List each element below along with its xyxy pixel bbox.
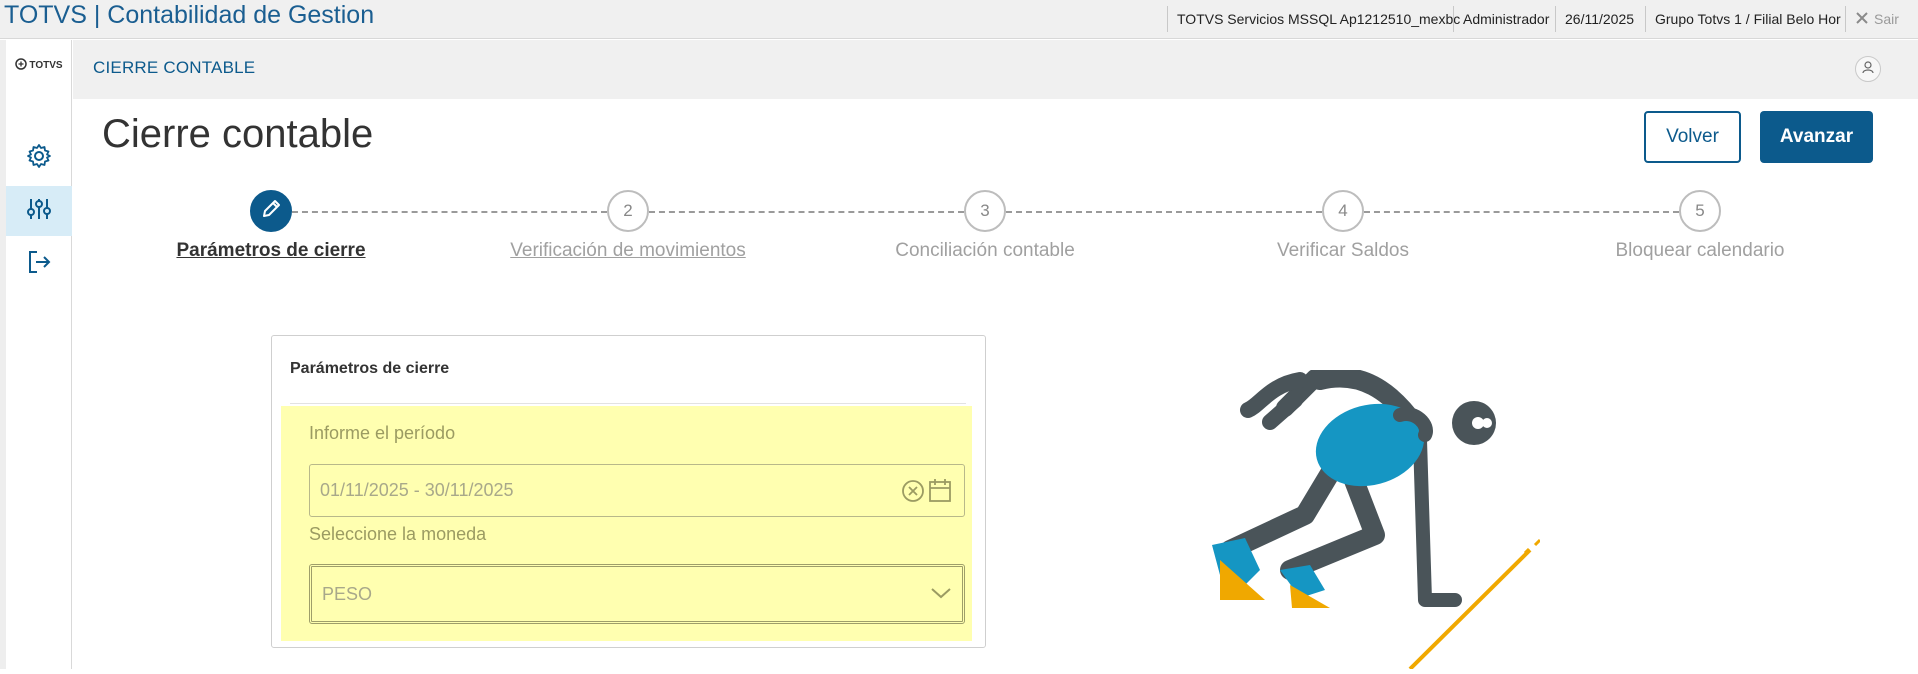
step-connector	[1364, 211, 1679, 213]
sidebar: TOTVS	[6, 40, 72, 669]
gear-icon	[26, 143, 52, 174]
period-label: Informe el período	[309, 423, 456, 443]
step-2-circle[interactable]: 2	[607, 190, 649, 232]
step-5-circle: 5	[1679, 190, 1721, 232]
close-icon	[1856, 11, 1868, 27]
currency-label: Seleccione la moneda	[309, 524, 487, 544]
sidebar-item-settings[interactable]	[6, 133, 72, 183]
step-4-circle: 4	[1322, 190, 1364, 232]
step-1-label[interactable]: Parámetros de cierre	[176, 240, 365, 262]
module-title: CIERRE CONTABLE	[93, 58, 256, 77]
branch-info: Grupo Totvs 1 / Filial Belo Hor	[1645, 6, 1850, 32]
step-connector	[1006, 211, 1322, 213]
server-info: TOTVS Servicios MSSQL Ap1212510_mexbc	[1167, 6, 1469, 32]
sidebar-item-logout[interactable]	[6, 239, 72, 289]
chevron-down-icon	[930, 585, 952, 606]
sliders-icon	[26, 196, 52, 227]
step-connector	[292, 211, 607, 213]
highlighted-form: Informe el período 01/11/2025 - 30/11/20…	[281, 406, 972, 641]
user-info: Administrador	[1453, 6, 1558, 32]
step-4-label: Verificar Saldos	[1276, 240, 1410, 261]
user-icon	[1861, 60, 1875, 79]
back-button[interactable]: Volver	[1644, 111, 1741, 163]
top-bar: TOTVS | Contabilidad de Gestion TOTVS Se…	[0, 0, 1918, 39]
pencil-icon	[260, 198, 282, 225]
date-info: 26/11/2025	[1555, 6, 1643, 32]
next-button[interactable]: Avanzar	[1760, 111, 1873, 163]
sidebar-item-parameters[interactable]	[6, 186, 72, 236]
exit-button[interactable]: Sair	[1845, 6, 1918, 32]
clear-icon[interactable]	[900, 477, 926, 508]
app-title: TOTVS | Contabilidad de Gestion	[4, 1, 375, 29]
calendar-icon[interactable]	[928, 477, 952, 508]
parameters-card: Parámetros de cierre Informe el período …	[271, 335, 986, 648]
page-title: Cierre contable	[102, 112, 374, 156]
currency-select[interactable]: PESO	[309, 564, 965, 624]
user-avatar[interactable]	[1855, 56, 1881, 82]
step-2-label[interactable]: Verificación de movimientos	[510, 240, 746, 262]
card-divider	[290, 403, 966, 404]
exit-label: Sair	[1874, 11, 1899, 27]
step-1-circle[interactable]	[250, 190, 292, 232]
currency-value: PESO	[322, 584, 373, 604]
step-5-label: Bloquear calendario	[1615, 240, 1785, 261]
logout-icon	[26, 249, 52, 280]
period-value: 01/11/2025 - 30/11/2025	[320, 480, 514, 500]
step-3-circle: 3	[964, 190, 1006, 232]
module-header: CIERRE CONTABLE	[73, 40, 1918, 99]
step-connector	[649, 211, 964, 213]
brand-logo: TOTVS	[6, 58, 72, 71]
runner-illustration	[1200, 366, 1542, 674]
step-3-label: Conciliación contable	[895, 240, 1075, 261]
brand-text: TOTVS	[29, 60, 63, 71]
period-input[interactable]: 01/11/2025 - 30/11/2025	[309, 464, 965, 517]
card-title: Parámetros de cierre	[290, 360, 450, 377]
